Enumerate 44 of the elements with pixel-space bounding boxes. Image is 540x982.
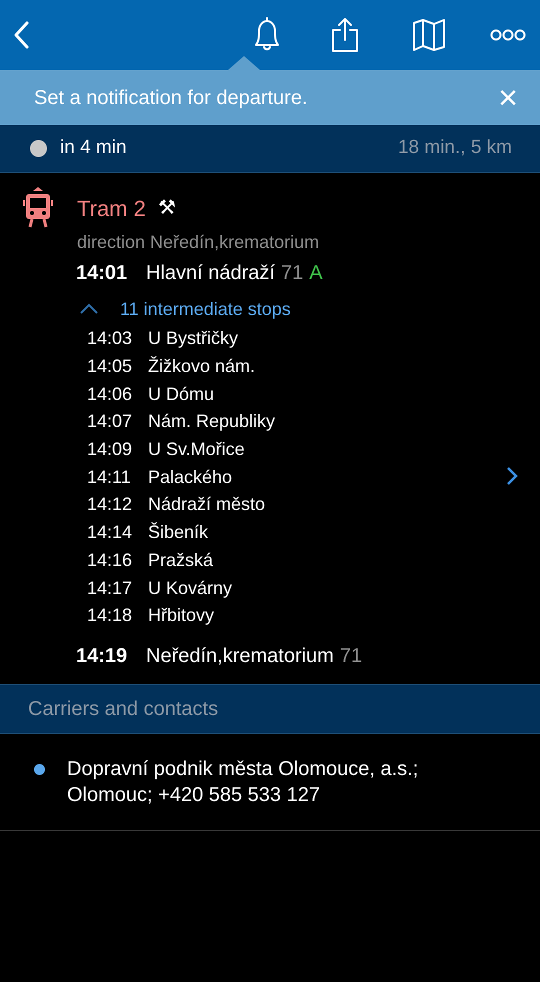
stop-name: U Sv.Mořice (148, 438, 245, 462)
stop-name: Palackého (148, 466, 232, 489)
stop-name: Hlavní nádraží (146, 261, 275, 286)
stop-name: U Dómu (148, 382, 214, 406)
stop-code: 71 (280, 261, 304, 286)
stop-name: Neředín,krematorium (146, 644, 334, 669)
stop-name: Žižkovo nám. (148, 355, 256, 378)
departure-time: in 4 min (60, 136, 128, 160)
stop-time: 14:17 (87, 576, 134, 600)
stop-time: 14:05 (87, 355, 134, 378)
section-title: Carriers and contacts (28, 696, 218, 722)
stop-time: 14:14 (87, 521, 134, 544)
stop-time: 14:07 (87, 410, 134, 434)
stop-name: Šibeník (148, 521, 208, 544)
stop-time: 14:03 (87, 327, 134, 350)
share-icon[interactable] (330, 16, 360, 54)
stop-time: 14:18 (87, 604, 134, 628)
stop-code: 71 (340, 644, 362, 669)
stop-name: Nádraží město (148, 493, 266, 516)
carrier-contact: Dopravní podnik města Olomouce, a.s.; Olomouc; +420 585 533 127 (67, 756, 420, 808)
stop-time: 14:12 (87, 493, 134, 516)
intermediate-stops-toggle[interactable]: 11 intermediate stops (77, 293, 518, 325)
direction-text: direction Neředín,krematorium (77, 231, 320, 253)
stop-name: U Bystřičky (148, 327, 238, 350)
stop-name: U Kovárny (148, 576, 232, 600)
chevron-up-icon (79, 303, 99, 315)
stop-name: Hřbitovy (148, 604, 214, 628)
line-symbol: ⚒ (158, 196, 176, 221)
tram-icon (22, 185, 52, 229)
stop-time: 14:01 (76, 261, 128, 286)
line-name: Tram 2 (77, 194, 146, 222)
stop-time: 14:09 (87, 438, 134, 462)
stop-name: Pražská (148, 548, 214, 572)
trip-summary: 18 min., 5 km (398, 136, 512, 160)
map-icon[interactable] (412, 18, 446, 52)
more-icon[interactable] (490, 28, 526, 42)
stop-name: Nám. Republiky (148, 410, 276, 434)
stop-time: 14:19 (76, 644, 128, 669)
platform-label: A (309, 261, 323, 286)
banner-text: Set a notification for departure. (34, 86, 308, 110)
chevron-right-icon[interactable] (506, 466, 518, 486)
stop-time: 14:16 (87, 548, 134, 572)
stop-time: 14:11 (87, 466, 132, 489)
stop-time: 14:06 (87, 382, 134, 406)
